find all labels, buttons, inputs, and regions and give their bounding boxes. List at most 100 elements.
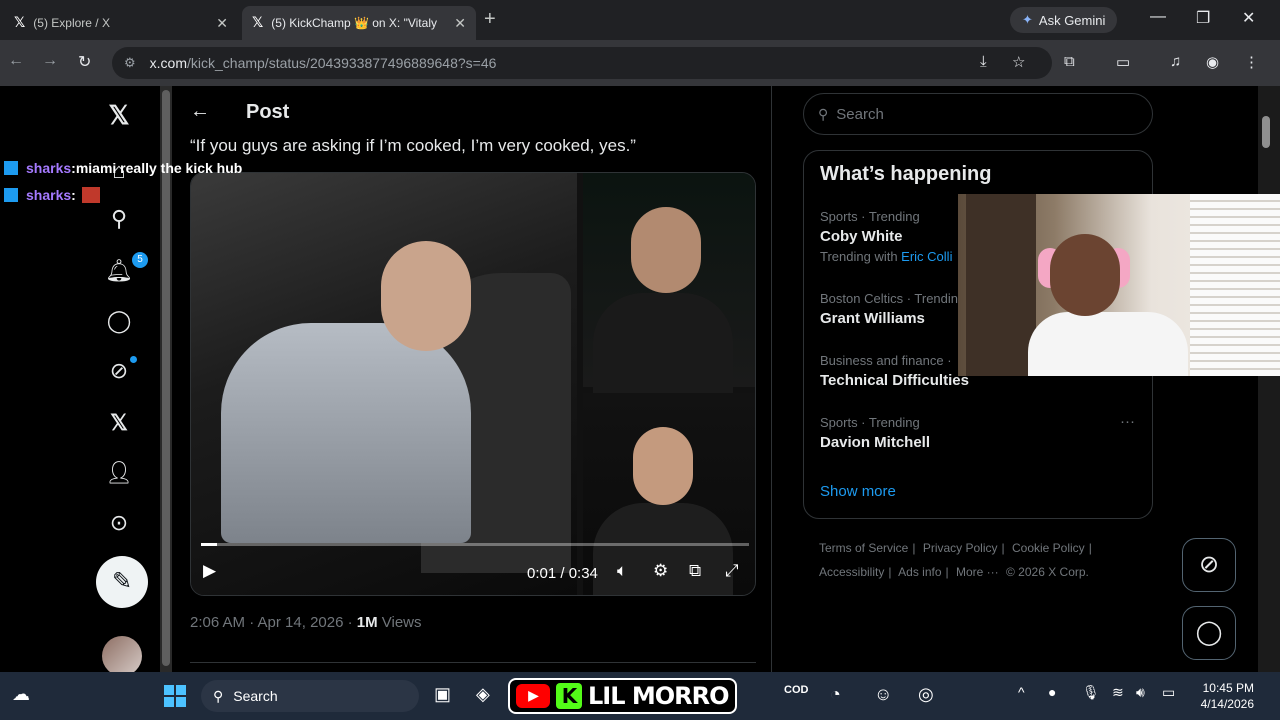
install-app-icon[interactable]: ⤓ <box>980 53 987 70</box>
footer-links: Terms of Service | Privacy Policy | Cookie… <box>819 536 1139 584</box>
back-arrow-icon[interactable]: ← <box>190 100 210 123</box>
media-controls-icon[interactable]: ♫ <box>1170 53 1181 70</box>
profile-person-icon[interactable]: 👤︎ <box>104 458 134 488</box>
profile-avatar-icon[interactable]: ◉ <box>1206 53 1219 71</box>
call-of-duty-icon[interactable]: COD <box>784 684 808 696</box>
cast-icon[interactable]: ▭ <box>1116 53 1130 71</box>
footer-privacy[interactable]: Privacy Policy <box>923 541 998 555</box>
post-timestamp[interactable]: 2:06 AM · Apr 14, 2026 · <box>190 614 357 631</box>
restore-icon[interactable]: ❐ <box>1196 8 1210 28</box>
speaker-icon[interactable]: 🔊︎ <box>1136 684 1145 701</box>
jacket-shape <box>593 503 733 595</box>
app-circle-icon[interactable]: ◔ <box>830 684 841 705</box>
post-actions-divider <box>190 662 756 663</box>
minimize-icon[interactable]: — <box>1150 8 1166 26</box>
kick-icon: K <box>556 683 582 709</box>
footer-more[interactable]: More ··· <box>956 565 999 579</box>
kick-badge-icon <box>4 188 18 202</box>
show-hidden-icons-chevron-icon[interactable]: ^ <box>1018 684 1025 700</box>
settings-gear-icon[interactable]: ⚙ <box>653 561 668 581</box>
footer-ads-info[interactable]: Ads info <box>898 565 941 579</box>
back-icon[interactable]: ← <box>8 52 24 70</box>
notifications-bell-icon[interactable]: 🔔︎ 5 <box>104 252 148 286</box>
compose-post-button[interactable]: ✎ <box>96 556 148 608</box>
grok-icon[interactable]: ⊘ <box>104 356 137 386</box>
x-home-logo-icon[interactable]: 𝕏 <box>104 100 134 130</box>
start-windows-icon[interactable] <box>164 685 186 707</box>
close-window-icon[interactable]: ✕ <box>1242 8 1255 28</box>
streamer-figure <box>1028 214 1188 376</box>
battery-icon[interactable]: ▭ <box>1162 684 1175 701</box>
trend-item[interactable]: Sports · Trending Davion Mitchell <box>820 415 1140 451</box>
grok-fab-button[interactable]: ⊘ <box>1182 538 1236 592</box>
footer-terms[interactable]: Terms of Service <box>819 541 908 555</box>
footer-sep: | <box>945 565 949 579</box>
tray-app-icon[interactable]: ● <box>1048 684 1056 700</box>
url-domain: x.com <box>149 55 187 71</box>
browser-toolbar: ← → ↻ ⚙ x.com/kick_champ/status/20439338… <box>0 40 1280 86</box>
system-clock[interactable]: 10:45 PM 4/14/2026 <box>1194 680 1254 712</box>
extensions-icon[interactable]: ⧉ <box>1064 53 1075 70</box>
premium-x-icon[interactable]: 𝕏 <box>104 408 134 438</box>
post-meta: 2:06 AM · Apr 14, 2026 · 1M Views <box>190 614 422 631</box>
messages-icon[interactable]: ◯ <box>104 306 134 336</box>
x-logo-icon: 𝕏 <box>252 15 264 31</box>
picture-in-picture-icon[interactable]: ⧉ <box>689 561 701 581</box>
fullscreen-icon[interactable]: ⤢ <box>725 561 739 581</box>
brand-text: LIL MORRO <box>588 682 730 710</box>
copilot-icon[interactable]: ◈ <box>476 684 490 705</box>
taskbar-search-label: Search <box>233 688 278 704</box>
face-shape <box>633 427 693 505</box>
more-circle-icon[interactable]: ⊙ <box>104 508 134 538</box>
footer-sep: | <box>912 541 916 555</box>
video-frame-top-right <box>583 173 755 393</box>
address-bar[interactable]: ⚙ x.com/kick_champ/status/20439338774968… <box>112 47 1052 79</box>
tab-kickchamp[interactable]: 𝕏 (5) KickChamp 👑 on X: "Vitaly ✕ <box>242 6 476 40</box>
account-avatar[interactable] <box>102 636 142 672</box>
close-tab-icon[interactable]: ✕ <box>454 15 466 32</box>
task-view-icon[interactable]: ▣ <box>434 684 451 705</box>
new-tab-button[interactable]: + <box>484 8 496 31</box>
x-logo-icon: 𝕏 <box>14 15 26 31</box>
search-input[interactable]: ⚲ Search <box>803 93 1153 135</box>
chat-emote-icon <box>81 187 100 203</box>
messages-fab-button[interactable]: ◯ <box>1182 606 1236 660</box>
post-text: “If you guys are asking if I’m cooked, I… <box>190 136 636 155</box>
reload-icon[interactable]: ↻ <box>78 52 91 72</box>
forward-icon[interactable]: → <box>42 52 58 70</box>
post-video[interactable]: ▶ 0:01 / 0:34 🔈︎ ⚙ ⧉ ⤢ <box>190 172 756 596</box>
trend-more-icon[interactable]: ··· <box>1120 413 1135 430</box>
door-shape <box>966 194 1036 376</box>
weather-widget-icon[interactable]: ☁ <box>12 684 30 705</box>
volume-icon[interactable]: 🔈︎ <box>617 561 627 581</box>
head-shape <box>381 241 471 351</box>
ask-gemini-label: Ask Gemini <box>1038 12 1106 28</box>
trend-with-link[interactable]: Eric Colli <box>901 249 952 264</box>
explore-search-icon[interactable]: ⚲ <box>104 204 134 234</box>
wifi-icon[interactable]: ≋ <box>1112 684 1124 701</box>
site-info-icon[interactable]: ⚙ <box>124 55 136 71</box>
scrollbar-thumb[interactable] <box>162 90 170 666</box>
page-scrollbar[interactable] <box>1258 86 1280 672</box>
search-icon: ⚲ <box>818 105 829 122</box>
ask-gemini-button[interactable]: ✦ Ask Gemini <box>1010 7 1118 33</box>
tab-title: (5) KickChamp 👑 on X: "Vitaly <box>271 16 437 30</box>
chat-username: sharks <box>26 160 72 176</box>
video-seek-bar[interactable] <box>201 543 749 546</box>
footer-accessibility[interactable]: Accessibility <box>819 565 884 579</box>
gemini-icon: ✦ <box>1022 12 1033 27</box>
menu-kebab-icon[interactable]: ⋮ <box>1244 53 1259 71</box>
play-icon[interactable]: ▶ <box>203 561 216 581</box>
bookmark-star-icon[interactable]: ☆ <box>1012 53 1025 71</box>
taskbar-search[interactable]: ⚲ Search <box>201 680 419 712</box>
show-more-link[interactable]: Show more <box>820 483 896 500</box>
discord-icon[interactable]: ☺ <box>874 684 892 705</box>
tab-explore[interactable]: 𝕏 (5) Explore / X ✕ <box>4 6 238 40</box>
close-tab-icon[interactable]: ✕ <box>216 15 228 32</box>
page-scrollbar-thumb[interactable] <box>1262 116 1270 148</box>
microphone-icon[interactable]: 🎙︎ <box>1082 684 1100 701</box>
post-header: ← Post <box>174 86 772 140</box>
main-column: ← Post “If you guys are asking if I’m co… <box>174 86 772 672</box>
footer-cookie[interactable]: Cookie Policy <box>1012 541 1085 555</box>
chrome-icon[interactable]: ◎ <box>918 684 934 705</box>
